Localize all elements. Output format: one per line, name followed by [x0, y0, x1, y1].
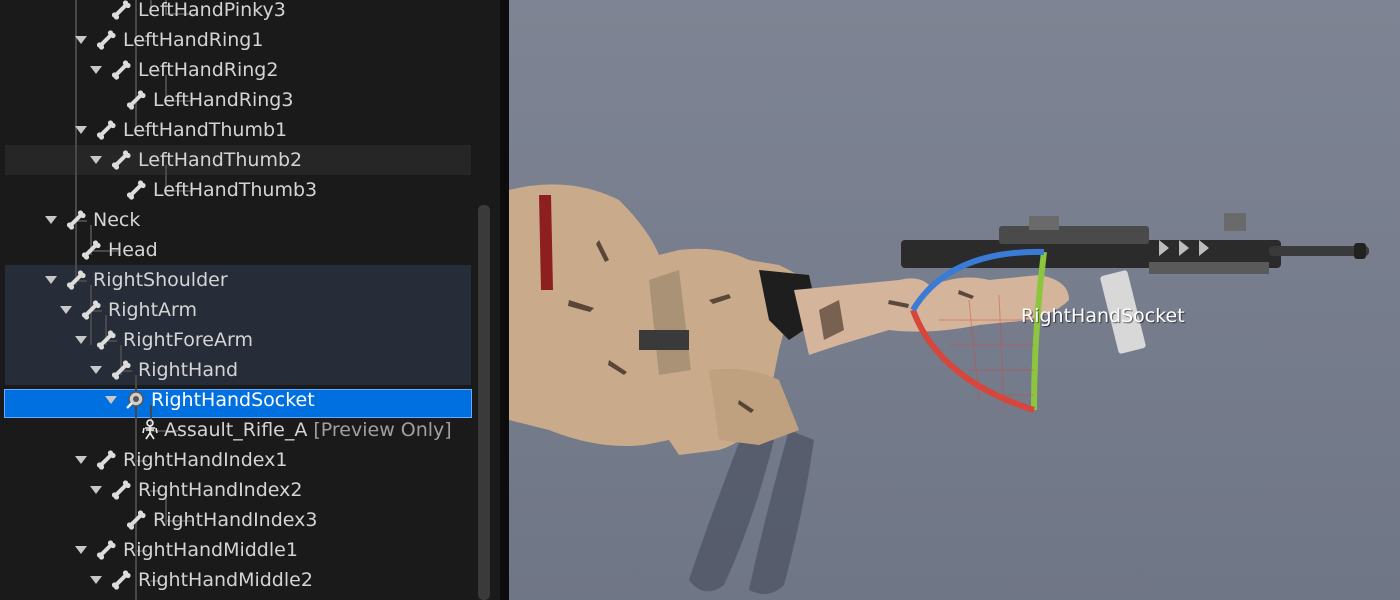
bone-icon: [96, 30, 116, 50]
tree-row-neck[interactable]: Neck: [45, 205, 140, 235]
tree-row-righthandsocket[interactable]: RightHandSocket: [105, 385, 315, 415]
expand-arrow-icon[interactable]: [90, 66, 102, 74]
bone-icon: [96, 120, 116, 140]
socket-viewport-label: RightHandSocket: [1021, 305, 1185, 327]
tree-row-label: LeftHandRing3: [153, 89, 294, 111]
tree-row-lefthandthumb1[interactable]: LeftHandThumb1: [75, 115, 287, 145]
skeleton-tree-panel: LeftHandPinky3 LeftHandRing1 LeftHandRing2…: [0, 0, 500, 600]
bone-icon: [111, 0, 131, 20]
bone-icon: [126, 510, 146, 530]
tree-row-lefthandring2[interactable]: LeftHandRing2: [90, 55, 278, 85]
expand-arrow-icon[interactable]: [75, 546, 87, 554]
tree-row-righthandindex3[interactable]: RightHandIndex3: [105, 505, 317, 535]
tree-row-head[interactable]: Head: [60, 235, 158, 265]
tree-row-label: RightHandIndex1: [123, 449, 288, 471]
bone-icon: [111, 360, 131, 380]
bone-icon: [96, 540, 116, 560]
bone-icon: [96, 330, 116, 350]
expand-arrow-icon[interactable]: [75, 126, 87, 134]
tree-row-label: LeftHandThumb2: [138, 149, 303, 171]
tree-row-label: Head: [108, 239, 158, 261]
bone-icon: [111, 480, 131, 500]
tree-row-righthandmiddle2[interactable]: RightHandMiddle2: [90, 565, 313, 595]
bone-icon: [126, 180, 146, 200]
tree-row-rightshoulder[interactable]: RightShoulder: [45, 265, 228, 295]
tree-row-label: LeftHandRing1: [123, 29, 264, 51]
tree-row-label: RightHandMiddle1: [123, 539, 298, 561]
expand-arrow-icon[interactable]: [90, 486, 102, 494]
viewport-scene: [509, 184, 1369, 594]
tree-row-label: Neck: [93, 209, 141, 231]
expand-arrow-icon[interactable]: [45, 216, 57, 224]
expand-arrow-icon[interactable]: [60, 306, 72, 314]
bone-icon: [111, 570, 131, 590]
bone-icon: [66, 270, 86, 290]
bone-icon: [96, 450, 116, 470]
socket-icon: [126, 391, 144, 409]
bone-icon: [66, 210, 86, 230]
expand-arrow-icon[interactable]: [45, 276, 57, 284]
tree-row-lefthandthumb3[interactable]: LeftHandThumb3: [105, 175, 317, 205]
tree-row-label: RightHandIndex3: [153, 509, 318, 531]
tree-row-righthand[interactable]: RightHand: [90, 355, 238, 385]
bone-icon: [81, 300, 101, 320]
bone-icon: [81, 240, 101, 260]
tree-row-lefthandring1[interactable]: LeftHandRing1: [75, 25, 263, 55]
tree-row-label: RightArm: [108, 299, 198, 321]
tree-row-label: RightForeArm: [123, 329, 253, 351]
tree-row-label: LeftHandThumb1: [123, 119, 288, 141]
tree-row-label: LeftHandRing2: [138, 59, 279, 81]
tree-row-assault-rifle-a[interactable]: Assault_Rifle_A [Preview Only]: [120, 415, 452, 445]
expand-arrow-icon[interactable]: [75, 336, 87, 344]
character-shadow: [689, 430, 814, 594]
tree-row-lefthandthumb2[interactable]: LeftHandThumb2: [90, 145, 302, 175]
tree-row-label: LeftHandPinky3: [138, 0, 286, 21]
preview-viewport[interactable]: RightHandSocket: [509, 0, 1400, 600]
tree-row-label: RightHandMiddle2: [138, 569, 313, 591]
tree-row-label: Assault_Rifle_A: [164, 419, 308, 441]
tree-row-righthandindex1[interactable]: RightHandIndex1: [75, 445, 287, 475]
tree-row-lefthandring3[interactable]: LeftHandRing3: [105, 85, 293, 115]
bone-icon: [111, 60, 131, 80]
expand-arrow-icon[interactable]: [90, 156, 102, 164]
skeletal-mesh-icon: [142, 419, 158, 440]
tree-row-label: LeftHandThumb3: [153, 179, 318, 201]
tree-row-rightforearm[interactable]: RightForeArm: [75, 325, 253, 355]
preview-only-suffix: [Preview Only]: [313, 419, 452, 441]
tree-row-label: RightShoulder: [93, 269, 228, 291]
tree-row-label: RightHandIndex2: [138, 479, 303, 501]
tree-row-label: RightHandSocket: [151, 389, 315, 411]
panel-splitter[interactable]: [500, 0, 509, 600]
expand-arrow-icon[interactable]: [90, 576, 102, 584]
expand-arrow-icon[interactable]: [75, 36, 87, 44]
tree-row-label: RightHand: [138, 359, 239, 381]
expand-arrow-icon[interactable]: [75, 456, 87, 464]
bone-icon: [111, 150, 131, 170]
expand-arrow-icon[interactable]: [105, 396, 117, 404]
tree-row-lefthandpinky3[interactable]: LeftHandPinky3: [90, 0, 286, 25]
expand-arrow-icon[interactable]: [90, 366, 102, 374]
tree-row-righthandmiddle1[interactable]: RightHandMiddle1: [75, 535, 298, 565]
bone-icon: [126, 90, 146, 110]
tree-row-rightarm[interactable]: RightArm: [60, 295, 197, 325]
tree-row-righthandindex2[interactable]: RightHandIndex2: [90, 475, 302, 505]
scrollbar-thumb[interactable]: [478, 205, 490, 600]
